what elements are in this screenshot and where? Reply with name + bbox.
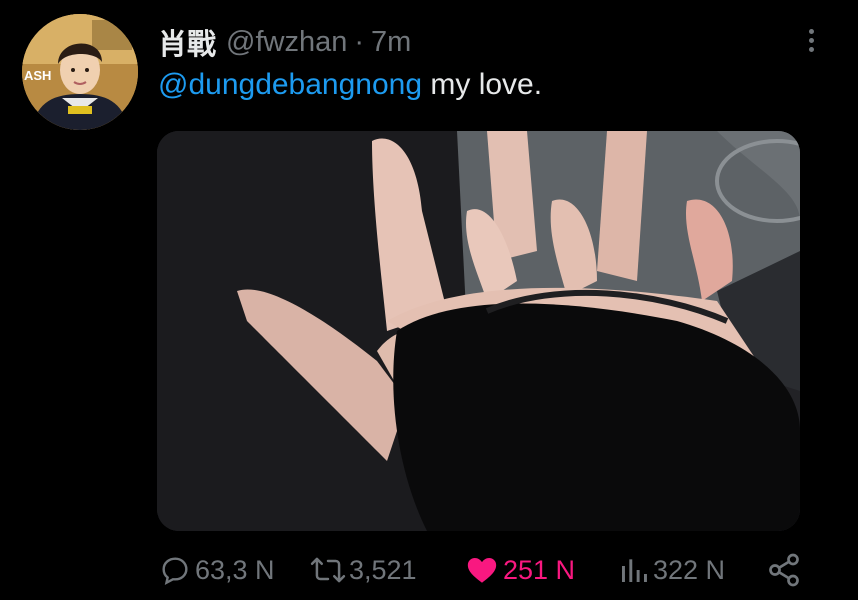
avatar-image: ASH xyxy=(22,14,138,130)
reply-button[interactable]: 63,3 N xyxy=(158,548,275,592)
share-button[interactable] xyxy=(766,548,805,592)
reply-icon xyxy=(162,557,188,586)
tweet-photo[interactable] xyxy=(157,131,800,531)
separator-dot: · xyxy=(354,25,365,58)
timestamp[interactable]: 7m xyxy=(371,26,411,59)
display-name[interactable]: 肖戰 xyxy=(158,21,216,63)
like-button[interactable]: 251 N xyxy=(464,548,575,592)
avatar-badge-text: ASH xyxy=(24,68,51,83)
more-vertical-icon xyxy=(808,28,814,34)
share-icon xyxy=(769,553,799,587)
user-handle[interactable]: @fwzhan xyxy=(226,26,347,59)
retweet-count: 3,521 xyxy=(349,554,417,585)
retweet-button[interactable]: 3,521 xyxy=(310,548,417,592)
reply-count: 63,3 N xyxy=(195,554,275,585)
more-options-button[interactable] xyxy=(796,22,826,58)
views-icon xyxy=(622,559,647,582)
view-count: 322 N xyxy=(653,554,726,585)
tweet-text: @dungdebangnong my love. xyxy=(158,66,542,104)
avatar[interactable]: ASH xyxy=(22,14,138,130)
heart-icon xyxy=(467,557,497,583)
mention-link[interactable]: @dungdebangnong xyxy=(158,68,422,101)
hands-photo xyxy=(157,131,800,531)
like-count: 251 N xyxy=(503,554,576,585)
tweet-actions: 63,3 N 3,521 251 N 322 N xyxy=(158,548,808,592)
tweet-body: my love. xyxy=(422,68,543,101)
tweet-header: 肖戰 @fwzhan · 7m xyxy=(158,22,411,62)
retweet-icon xyxy=(310,557,346,583)
views-button[interactable]: 322 N xyxy=(618,548,725,592)
